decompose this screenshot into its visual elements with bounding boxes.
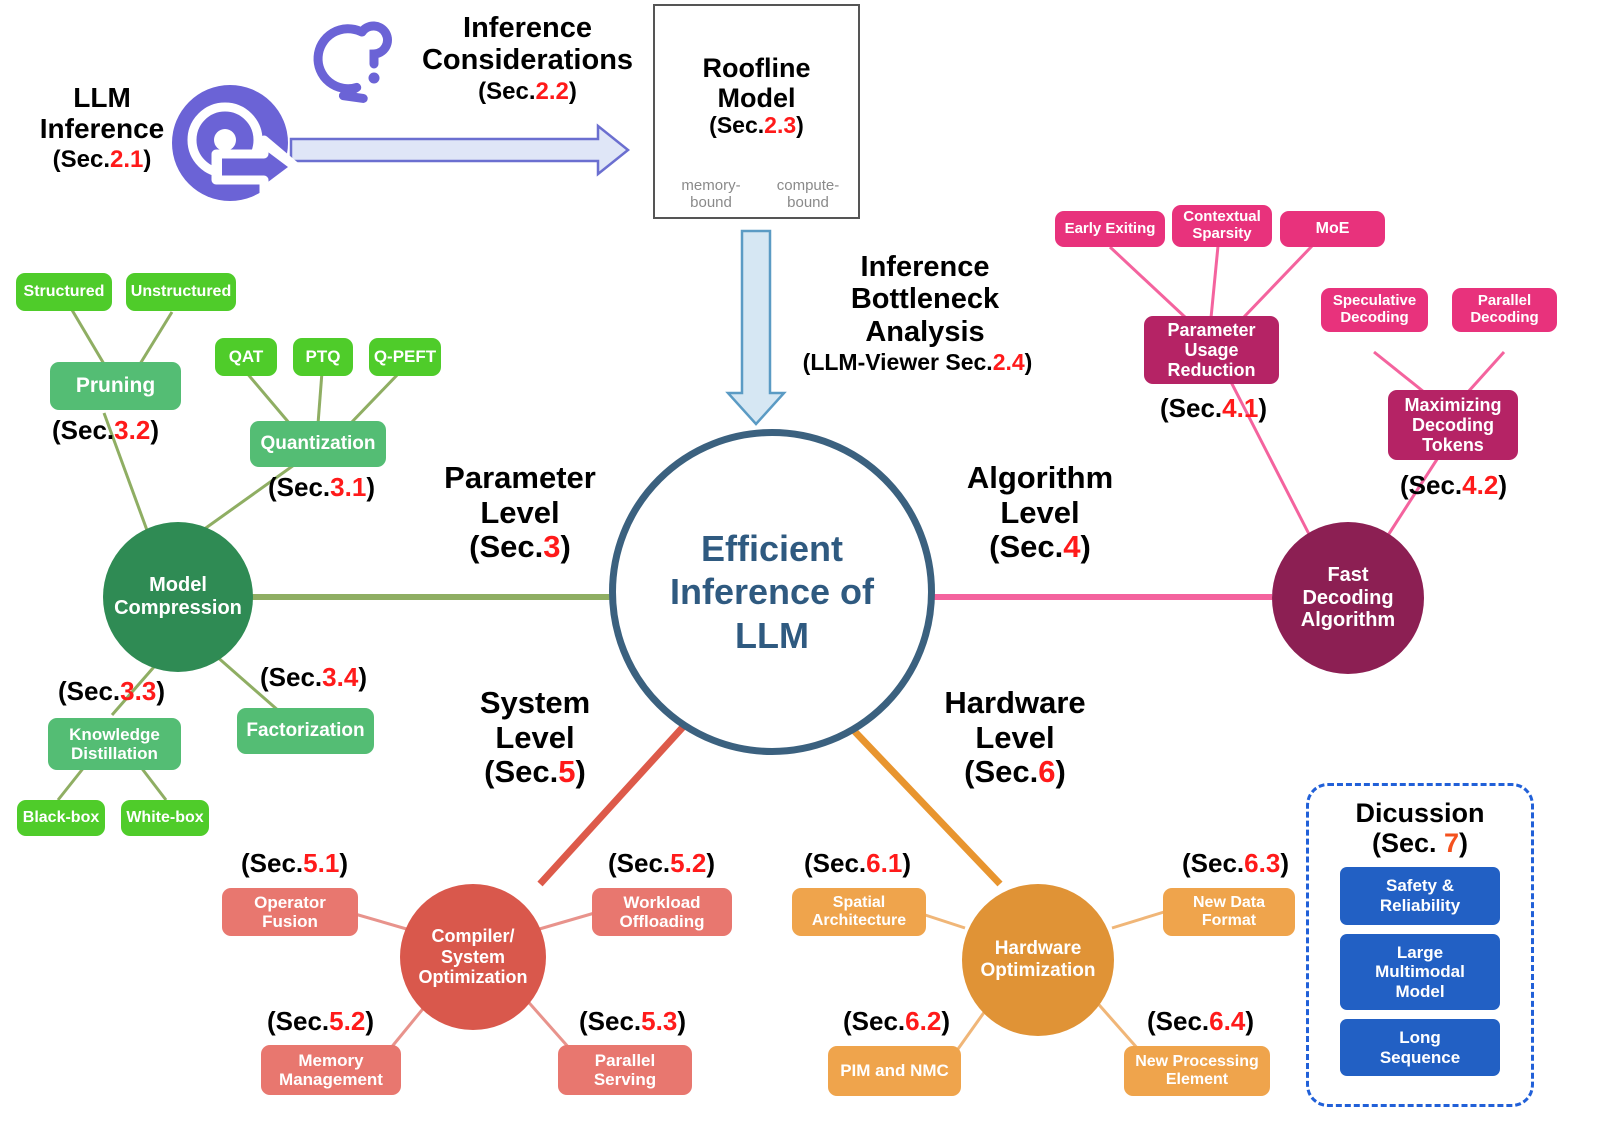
node-parameter-usage-reduction[interactable]: Parameter Usage Reduction <box>1144 316 1279 384</box>
leaf-memory-management[interactable]: Memory Management <box>261 1045 401 1095</box>
discussion-title: Dicussion (Sec. 7) <box>1355 798 1485 859</box>
branch-label-parameter-level: Parameter Level (Sec.3) <box>444 460 596 565</box>
center-line-3: LLM <box>735 614 809 656</box>
llm-inference-label: LLM Inference (Sec.2.1) <box>39 82 165 173</box>
leaf-workload-offloading[interactable]: Workload Offloading <box>592 888 732 936</box>
leaf-new-processing-element[interactable]: New Processing Element <box>1124 1046 1270 1096</box>
memory-bound-label: memory- bound <box>681 176 741 211</box>
leaf-new-data-format[interactable]: New Data Format <box>1163 888 1295 936</box>
node-maximizing-decoding-tokens[interactable]: Maximizing Decoding Tokens <box>1388 390 1518 460</box>
node-knowledge-distillation[interactable]: Knowledge Distillation <box>48 718 181 770</box>
leaf-moe[interactable]: MoE <box>1280 211 1385 247</box>
hub-model-compression[interactable]: Model Compression <box>103 522 253 672</box>
leaf-ptq[interactable]: PTQ <box>293 338 353 376</box>
hub-model-compression-line1: Model <box>149 574 207 597</box>
leaf-pim-and-nmc[interactable]: PIM and NMC <box>828 1046 961 1096</box>
leaf-white-box[interactable]: White-box <box>121 800 209 836</box>
roofline-title: Roofline Model (Sec.2.3) <box>702 53 811 139</box>
sec-label-6-4: (Sec.6.4) <box>1147 1006 1254 1036</box>
node-quantization[interactable]: Quantization <box>250 421 386 467</box>
inference-bottleneck-label: Inference Bottleneck Analysis (LLM-Viewe… <box>802 251 1033 376</box>
leaf-structured[interactable]: Structured <box>16 273 112 311</box>
leaf-early-exiting[interactable]: Early Exiting <box>1055 211 1165 247</box>
sec-label-5-2-memory: (Sec.5.2) <box>267 1006 374 1036</box>
hub-model-compression-line2: Compression <box>114 597 242 619</box>
sec-label-3-2: (Sec.3.2) <box>52 415 159 445</box>
ho-line2: Optimization <box>980 960 1096 981</box>
sec-label-3-4: (Sec.3.4) <box>260 662 367 692</box>
mdt-line2: Decoding <box>1411 414 1494 435</box>
branch-label-system-level: System Level (Sec.5) <box>479 685 591 790</box>
pur-line1: Parameter <box>1167 319 1256 340</box>
node-pruning[interactable]: Pruning <box>50 362 181 410</box>
sec-label-4-1: (Sec.4.1) <box>1160 393 1267 423</box>
leaf-qat[interactable]: QAT <box>215 338 277 376</box>
branch-label-algorithm-level: Algorithm Level (Sec.4) <box>966 460 1114 565</box>
sec-label-6-2: (Sec.6.2) <box>843 1006 950 1036</box>
sec-label-4-2: (Sec.4.2) <box>1400 470 1507 500</box>
mindmap-canvas: LLM Inference (Sec.2.1) Inference Consid… <box>0 0 1598 1128</box>
fd-line1: Fast <box>1327 563 1369 586</box>
pur-line2: Usage <box>1184 339 1239 360</box>
node-factorization[interactable]: Factorization <box>237 708 374 754</box>
leaf-parallel-decoding[interactable]: Parallel Decoding <box>1452 288 1557 332</box>
sec-label-3-3: (Sec.3.3) <box>58 676 165 706</box>
branch-label-hardware-level: Hardware Level (Sec.6) <box>944 685 1086 790</box>
roofline-model-box: Roofline Model (Sec.2.3) memory- bound c… <box>653 4 860 219</box>
leaf-speculative-decoding[interactable]: Speculative Decoding <box>1321 288 1428 332</box>
hub-compiler-system-optimization[interactable]: Compiler/ System Optimization <box>400 884 546 1030</box>
compute-bound-label: compute- bound <box>776 176 840 211</box>
sec-label-5-1: (Sec.5.1) <box>241 848 348 878</box>
leaf-operator-fusion[interactable]: Operator Fusion <box>222 888 358 936</box>
center-line-1: Efficient <box>700 528 843 570</box>
kd-line2: Distillation <box>71 744 158 763</box>
cso-line3: Optimization <box>418 967 528 988</box>
inference-considerations-label: Inference Considerations (Sec.2.2) <box>421 12 634 105</box>
leaf-black-box[interactable]: Black-box <box>17 800 105 836</box>
leaf-contextual-sparsity[interactable]: Contextual Sparsity <box>1172 205 1272 247</box>
cso-line1: Compiler/ <box>431 926 515 947</box>
leaf-parallel-serving[interactable]: Parallel Serving <box>558 1045 692 1095</box>
discussion-item-long-sequence[interactable]: Long Sequence <box>1340 1019 1500 1077</box>
arrow-right-icon <box>289 123 631 177</box>
discussion-item-large-multimodal-model[interactable]: Large Multimodal Model <box>1340 933 1500 1011</box>
speech-bubble-question-icon <box>313 21 392 103</box>
mdt-line1: Maximizing <box>1404 394 1502 415</box>
center-line-2: Inference of <box>669 571 875 613</box>
fd-line2: Decoding <box>1302 586 1394 609</box>
leaf-spatial-architecture[interactable]: Spatial Architecture <box>792 888 926 936</box>
sec-label-6-3: (Sec.6.3) <box>1182 848 1289 878</box>
mdt-line3: Tokens <box>1422 435 1484 456</box>
leaf-qpeft[interactable]: Q-PEFT <box>369 338 441 376</box>
discussion-item-safety-reliability[interactable]: Safety & Reliability <box>1340 867 1500 925</box>
hub-fast-decoding-algorithm[interactable]: Fast Decoding Algorithm <box>1272 522 1424 674</box>
leaf-unstructured[interactable]: Unstructured <box>126 273 236 311</box>
arrow-down-icon <box>725 229 787 426</box>
fd-line3: Algorithm <box>1300 609 1396 632</box>
inference-engine-icon <box>172 85 301 201</box>
sec-label-6-1: (Sec.6.1) <box>804 848 911 878</box>
sec-label-5-3: (Sec.5.3) <box>579 1006 686 1036</box>
discussion-panel: Dicussion (Sec. 7) Safety & Reliability … <box>1306 783 1534 1107</box>
pur-line3: Reduction <box>1167 360 1256 381</box>
hub-hardware-optimization[interactable]: Hardware Optimization <box>962 884 1114 1036</box>
center-node-efficient-inference[interactable]: Efficient Inference of LLM <box>609 429 935 755</box>
cso-line2: System <box>440 946 506 967</box>
sec-label-3-1: (Sec.3.1) <box>268 472 375 502</box>
kd-line1: Knowledge <box>69 724 160 744</box>
ho-line1: Hardware <box>994 938 1082 960</box>
sec-label-5-2-workload: (Sec.5.2) <box>608 848 715 878</box>
